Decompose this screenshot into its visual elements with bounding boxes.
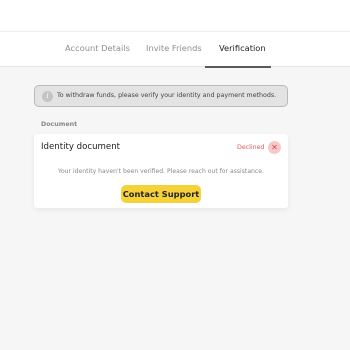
tab-bar: Account Details Invite Friends Verificat… [0, 31, 350, 68]
tab-invite-friends[interactable]: Invite Friends [146, 43, 202, 53]
close-icon: ✕ [268, 141, 281, 154]
status-badge: Declined [237, 144, 265, 151]
info-icon: i [42, 91, 53, 102]
notice-text: To withdraw funds, please verify your id… [57, 92, 277, 99]
active-tab-indicator [205, 66, 271, 68]
contact-support-button[interactable]: Contact Support [121, 185, 201, 203]
verification-notice: i To withdraw funds, please verify your … [34, 85, 288, 107]
tab-account-details[interactable]: Account Details [65, 43, 130, 53]
document-title: Identity document [41, 142, 121, 152]
top-bar [0, 0, 350, 31]
verification-message: Your identity haven't been verified. Ple… [58, 168, 264, 175]
tab-verification[interactable]: Verification [219, 43, 266, 53]
section-label-document: Document [41, 121, 78, 128]
identity-document-card: Identity document Declined ✕ Your identi… [34, 134, 288, 208]
